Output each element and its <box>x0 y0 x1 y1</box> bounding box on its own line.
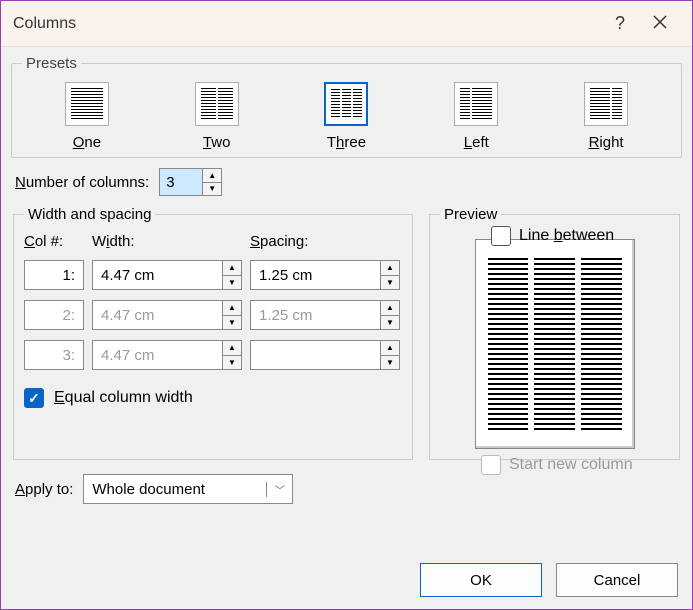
preset-three-icon <box>324 82 368 126</box>
number-of-columns-label: Number of columns: <box>15 174 149 191</box>
dialog-title: Columns <box>13 15 600 33</box>
dialog-footer: OK Cancel <box>1 551 692 609</box>
presets-group: Presets One Two Three Left <box>11 55 682 158</box>
col-3-spacing-spinner: ▲▼ <box>250 340 400 370</box>
col-3-spacing-input <box>251 341 380 369</box>
start-new-column-row: Start new column <box>481 455 633 475</box>
spin-up-icon[interactable]: ▲ <box>203 169 221 183</box>
preset-right-label: Right <box>589 134 624 151</box>
preset-one[interactable]: One <box>65 82 109 151</box>
equal-width-row: Equal column width <box>24 388 402 408</box>
preset-left[interactable]: Left <box>454 82 498 151</box>
spin-up-icon: ▲ <box>223 341 241 356</box>
spin-up-icon: ▲ <box>223 301 241 316</box>
preset-two[interactable]: Two <box>195 82 239 151</box>
spin-down-icon: ▼ <box>223 356 241 370</box>
preset-right[interactable]: Right <box>584 82 628 151</box>
equal-width-label: Equal column width <box>54 389 193 407</box>
spin-up-icon[interactable]: ▲ <box>381 261 399 276</box>
col-2-width-input <box>93 301 222 329</box>
cancel-button[interactable]: Cancel <box>556 563 678 597</box>
col-3-width-spinner: ▲▼ <box>92 340 242 370</box>
number-of-columns-spinner[interactable]: ▲ ▼ <box>159 168 222 196</box>
preset-row: One Two Three Left Right <box>22 82 671 151</box>
col-2-spacing-spinner: ▲▼ <box>250 300 400 330</box>
preset-two-label: Two <box>203 134 231 151</box>
preset-one-label: One <box>73 134 101 151</box>
spin-up-icon[interactable]: ▲ <box>223 261 241 276</box>
spin-down-icon: ▼ <box>223 316 241 330</box>
col-2-width-spinner: ▲▼ <box>92 300 242 330</box>
spin-down-icon[interactable]: ▼ <box>203 183 221 196</box>
close-icon <box>653 15 667 29</box>
apply-to-select[interactable]: Whole document ﹀ <box>83 474 293 504</box>
col-3-width-input <box>93 341 222 369</box>
col-1-width-spinner[interactable]: ▲▼ <box>92 260 242 290</box>
line-between-checkbox[interactable] <box>491 226 511 246</box>
col-1-spacing-spinner[interactable]: ▲▼ <box>250 260 400 290</box>
apply-to-row: Apply to: Whole document ﹀ <box>15 474 682 504</box>
col-2-number: 2: <box>24 300 84 330</box>
presets-legend: Presets <box>22 55 81 72</box>
equal-width-checkbox[interactable] <box>24 388 44 408</box>
preset-right-icon <box>584 82 628 126</box>
col-1-spacing-input[interactable] <box>251 261 380 289</box>
line-between-row: Line between <box>491 226 614 246</box>
preset-three[interactable]: Three <box>324 82 368 151</box>
spin-down-icon[interactable]: ▼ <box>381 276 399 290</box>
preview-legend: Preview <box>440 206 501 223</box>
spin-down-icon: ▼ <box>381 356 399 370</box>
spin-up-icon: ▲ <box>381 341 399 356</box>
titlebar: Columns ? <box>1 1 692 47</box>
col-3-number: 3: <box>24 340 84 370</box>
spin-up-icon: ▲ <box>381 301 399 316</box>
help-button[interactable]: ? <box>600 13 640 34</box>
start-new-column-label: Start new column <box>509 456 633 474</box>
ok-button[interactable]: OK <box>420 563 542 597</box>
width-spacing-legend: Width and spacing <box>24 206 155 223</box>
preset-two-icon <box>195 82 239 126</box>
spin-down-icon: ▼ <box>381 316 399 330</box>
start-new-column-checkbox <box>481 455 501 475</box>
chevron-down-icon[interactable]: ﹀ <box>266 482 292 497</box>
number-of-columns-row: Number of columns: ▲ ▼ <box>15 168 682 196</box>
preset-three-label: Three <box>327 134 366 151</box>
col-header: Col #: <box>24 233 84 250</box>
columns-dialog: Columns ? Presets One Two Three <box>0 0 693 610</box>
line-between-label: Line between <box>519 227 614 245</box>
preset-left-icon <box>454 82 498 126</box>
width-header: Width: <box>92 233 242 250</box>
spin-down-icon[interactable]: ▼ <box>223 276 241 290</box>
apply-to-value: Whole document <box>84 481 266 498</box>
width-spacing-group: Width and spacing Col #: Width: Spacing:… <box>13 206 413 460</box>
spacing-header: Spacing: <box>250 233 400 250</box>
apply-to-label: Apply to: <box>15 481 73 498</box>
preview-page-icon <box>475 239 635 449</box>
dialog-body: Presets One Two Three Left <box>1 47 692 551</box>
preset-left-label: Left <box>464 134 489 151</box>
col-1-width-input[interactable] <box>93 261 222 289</box>
col-1-number: 1: <box>24 260 84 290</box>
preset-one-icon <box>65 82 109 126</box>
close-button[interactable] <box>640 13 680 34</box>
number-of-columns-input[interactable] <box>160 169 202 195</box>
col-2-spacing-input <box>251 301 380 329</box>
